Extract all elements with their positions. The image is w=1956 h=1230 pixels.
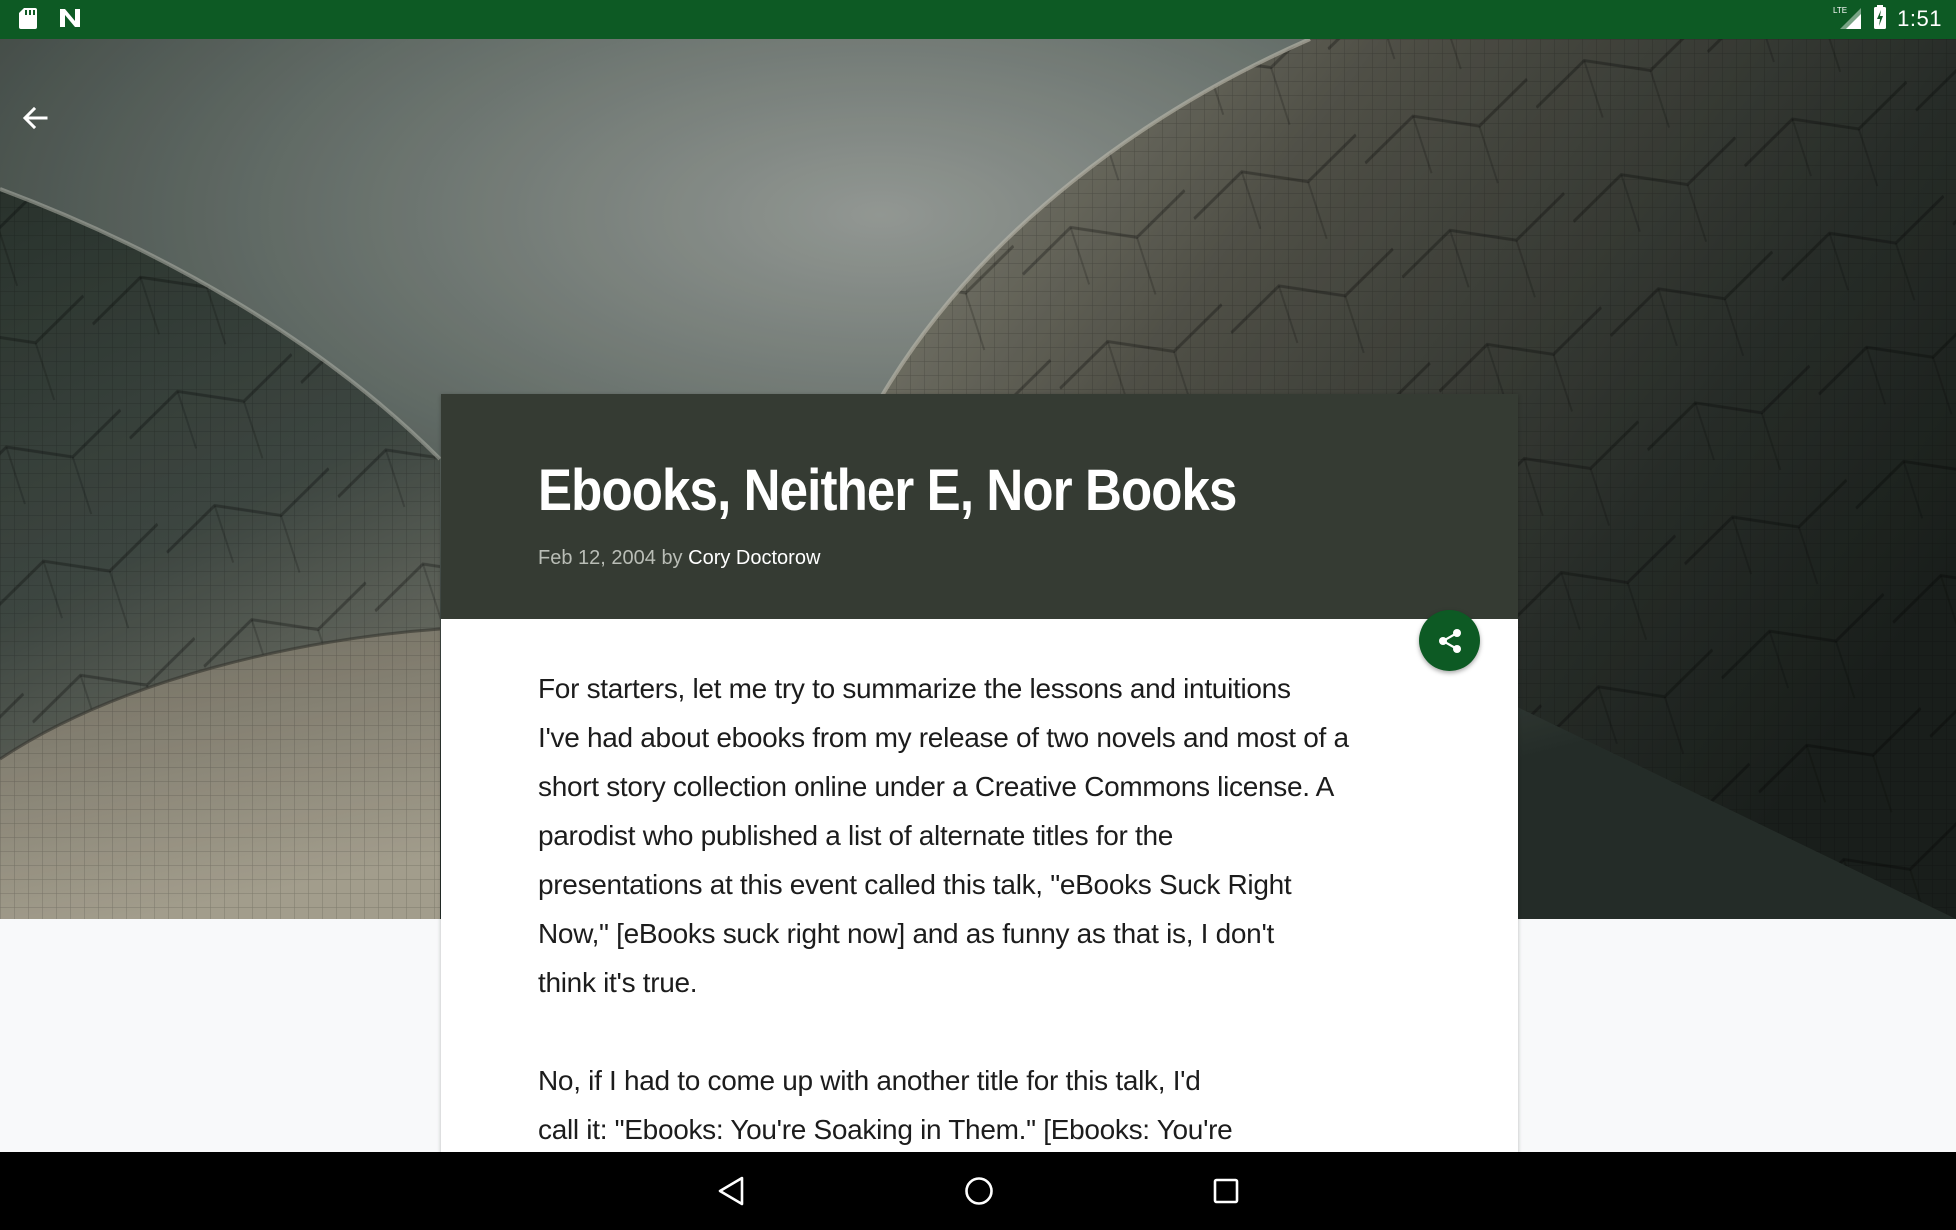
article-paragraph: No, if I had to come up with another tit… [538,1065,1233,1145]
share-button[interactable] [1419,610,1480,671]
battery-charging-icon [1873,4,1887,35]
navigation-bar [0,1152,1956,1230]
share-icon [1438,628,1461,653]
nav-home-button[interactable] [949,1166,1009,1216]
arrow-left-icon [22,106,48,130]
sd-card-icon [18,6,38,35]
nav-home-icon [965,1177,993,1205]
byline-by: by [661,547,683,569]
status-time: 1:51 [1897,6,1942,31]
lte-signal-icon: LTE [1833,4,1863,35]
author-link[interactable]: Cory Doctorow [688,547,820,569]
article-date: Feb 12, 2004 [538,547,656,569]
nav-back-button[interactable] [701,1166,761,1216]
article-body: For starters, let me try to summarize th… [538,664,1438,1154]
status-left-icons [18,6,82,35]
nav-recents-icon [1213,1178,1239,1204]
article-header: Ebooks, Neither E, Nor Books Feb 12, 200… [441,394,1518,619]
nav-back-icon [718,1176,744,1206]
article-paragraph: For starters, let me try to summarize th… [538,673,1349,998]
back-button[interactable] [20,103,68,151]
status-bar: LTE 1:51 [0,0,1956,39]
article-byline: Feb 12, 2004 by Cory Doctorow [538,544,820,572]
article-title: Ebooks, Neither E, Nor Books [538,458,1237,523]
article-card: Ebooks, Neither E, Nor Books Feb 12, 200… [441,394,1518,1154]
n-notification-icon [58,7,82,34]
svg-text:LTE: LTE [1833,6,1847,15]
nav-recents-button[interactable] [1196,1166,1256,1216]
status-right-icons: LTE 1:51 [1833,4,1942,35]
